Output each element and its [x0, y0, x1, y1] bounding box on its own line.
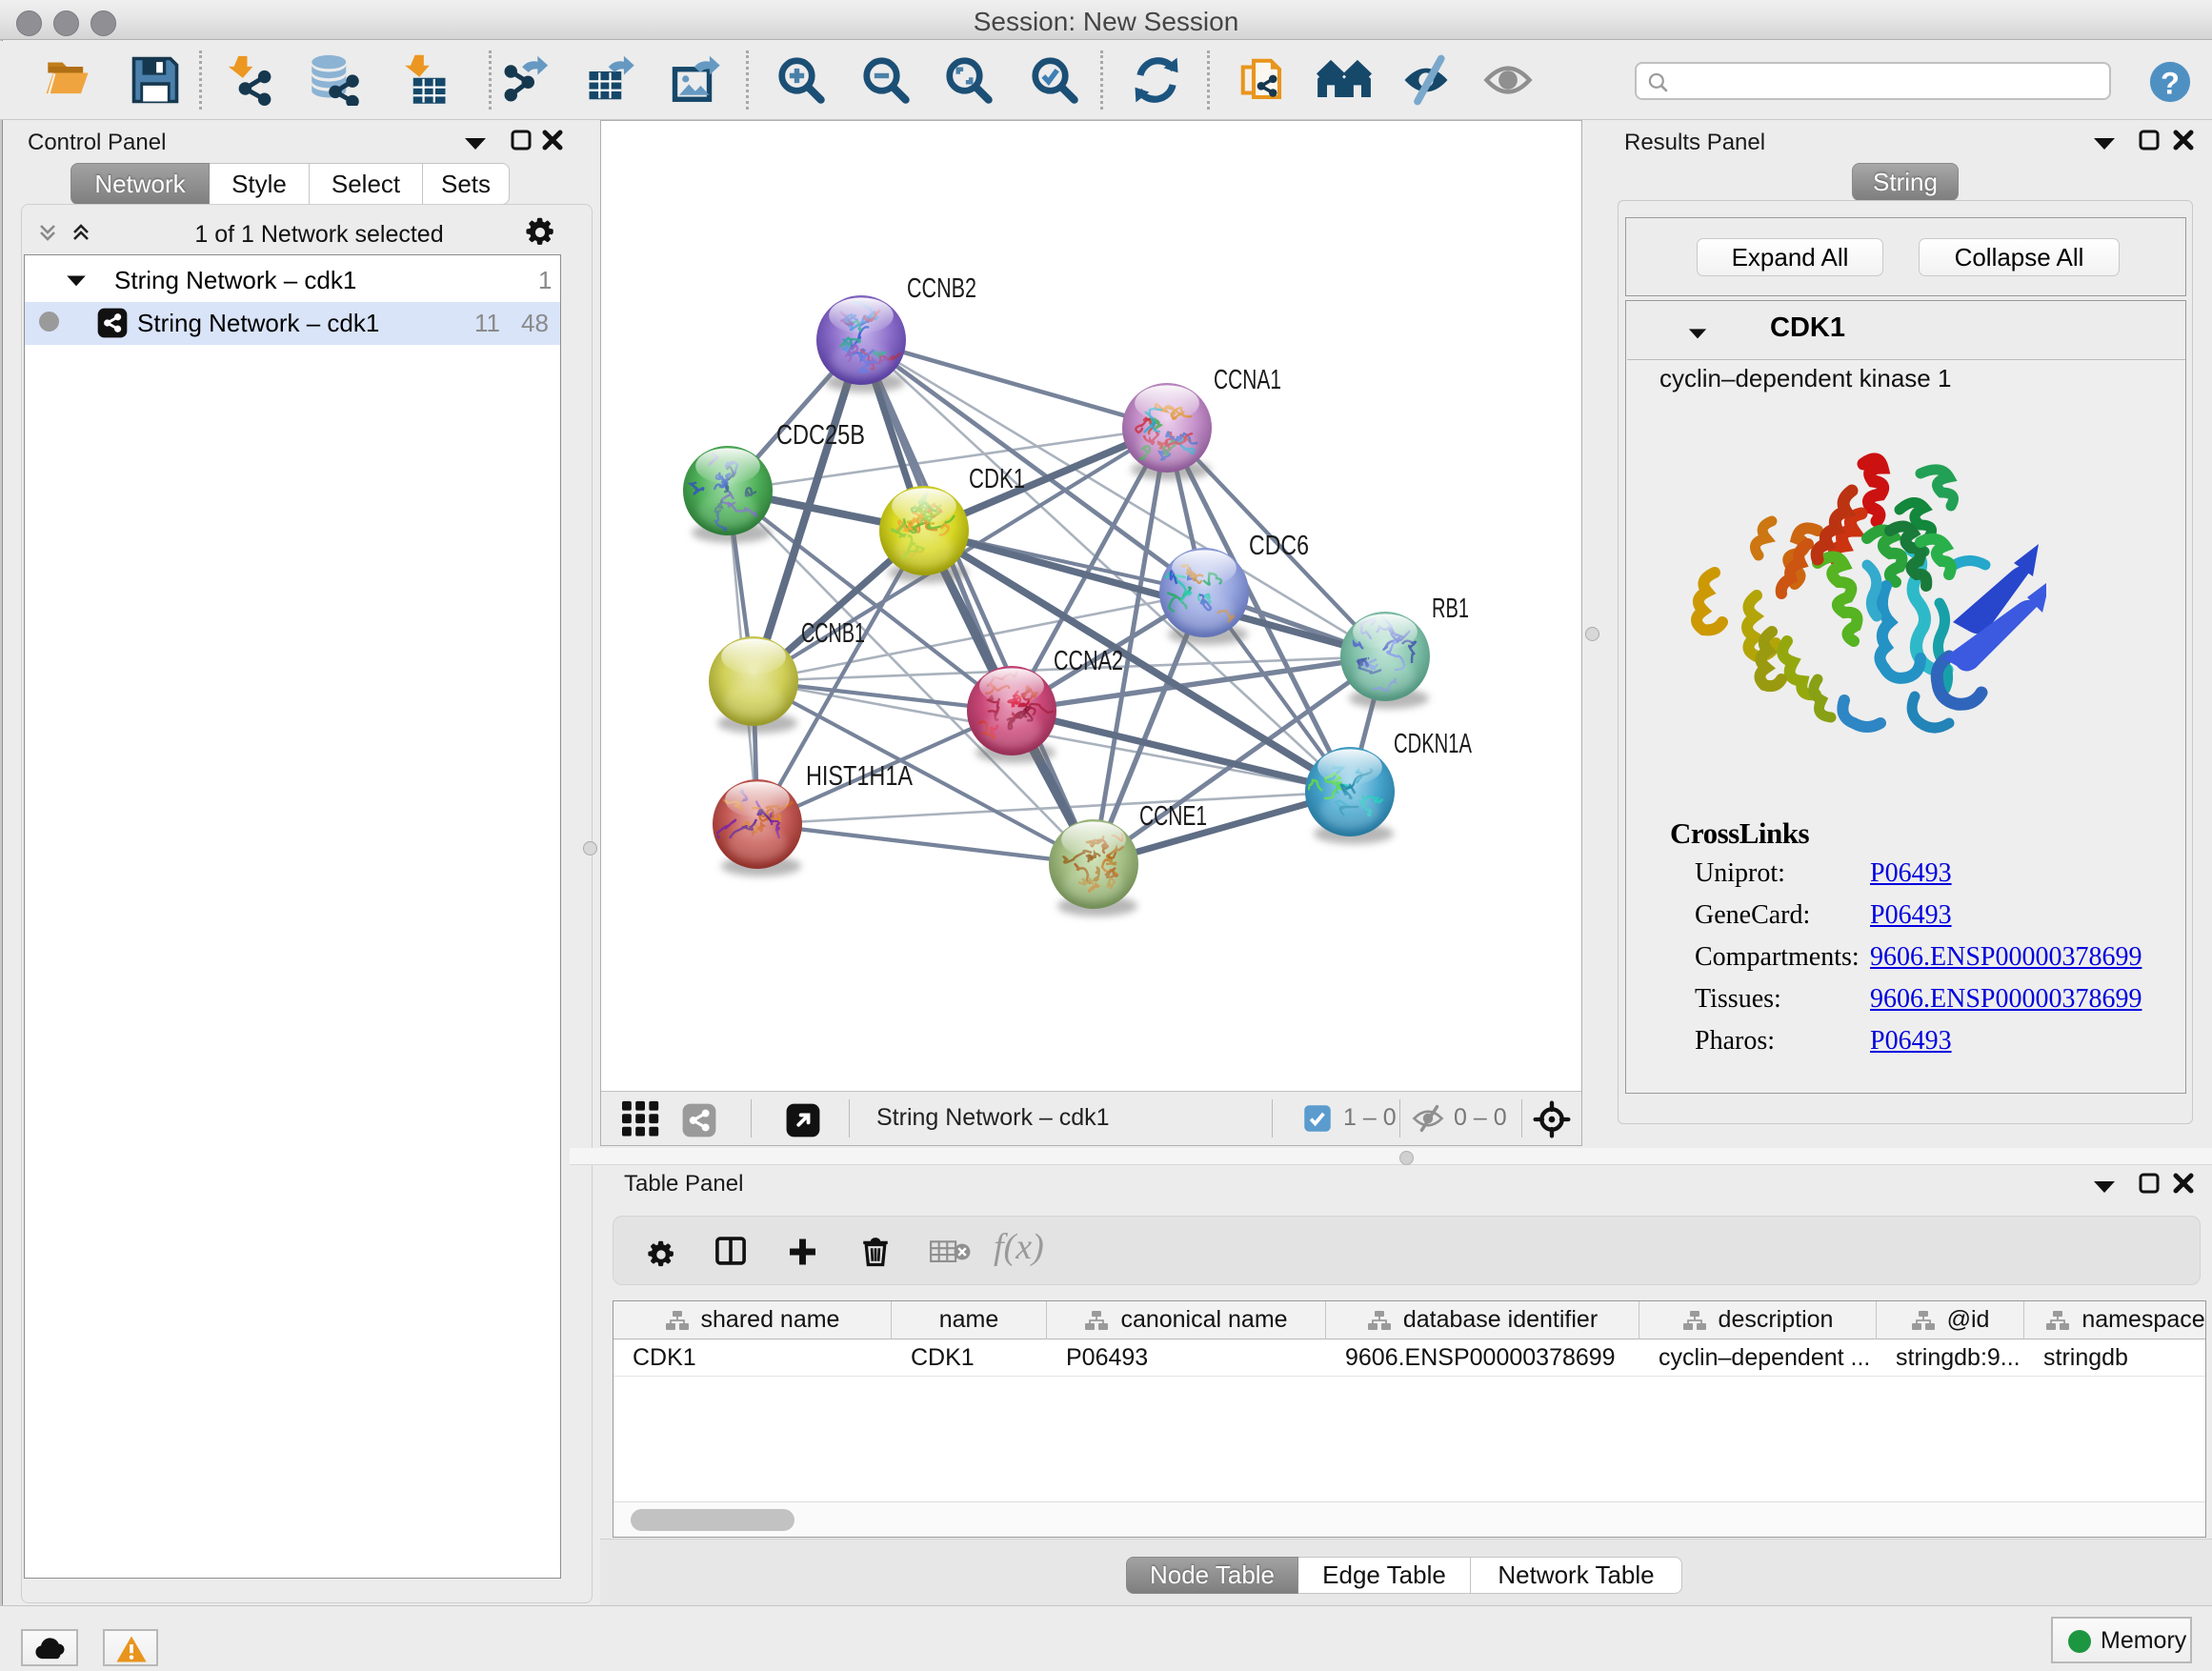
svg-text:CDC6: CDC6: [1249, 531, 1309, 561]
svg-text:?: ?: [2161, 66, 2180, 100]
svg-text:CDC25B: CDC25B: [776, 420, 865, 451]
svg-text:HIST1H1A: HIST1H1A: [806, 761, 914, 792]
svg-text:CCNB2: CCNB2: [907, 273, 976, 304]
svg-text:CDK1: CDK1: [969, 464, 1025, 494]
svg-text:CCNE1: CCNE1: [1139, 801, 1207, 832]
svg-text:CCNA1: CCNA1: [1214, 365, 1281, 395]
svg-text:CDKN1A: CDKN1A: [1394, 729, 1472, 759]
svg-text:CCNB1: CCNB1: [801, 618, 865, 649]
svg-text:RB1: RB1: [1432, 594, 1469, 624]
svg-text:CCNA2: CCNA2: [1054, 646, 1123, 676]
